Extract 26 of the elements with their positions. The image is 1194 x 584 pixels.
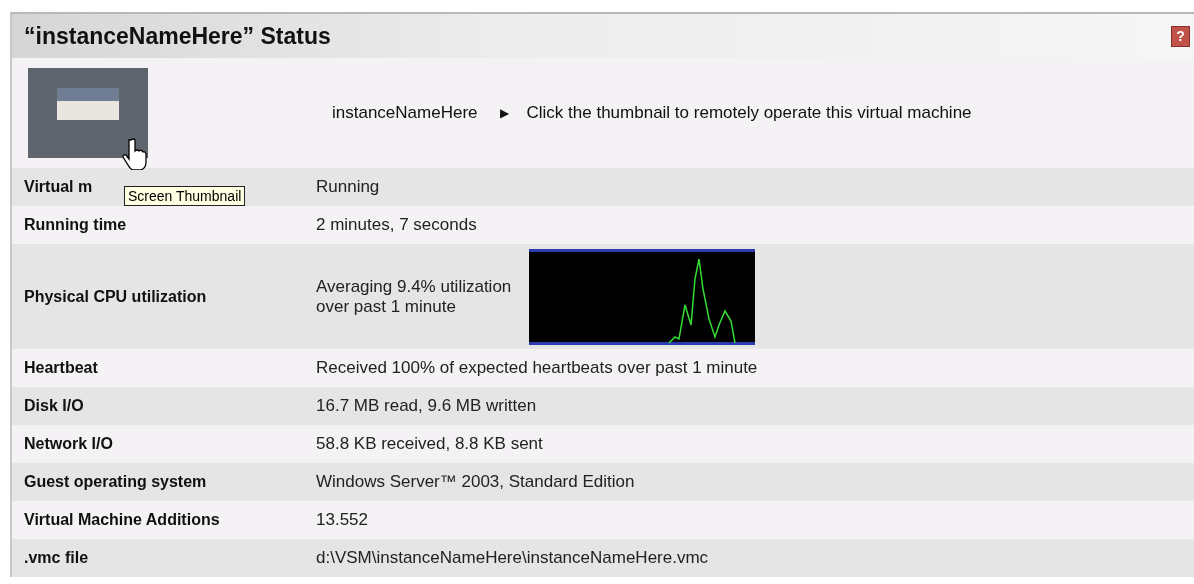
row-value: Received 100% of expected heartbeats over past 1 minute — [316, 358, 758, 378]
row-label: Virtual Machine Additions — [24, 511, 220, 528]
row-value: 16.7 MB read, 9.6 MB written — [316, 396, 537, 416]
row-value: 13.552 — [316, 510, 368, 530]
row-label: Guest operating system — [24, 473, 207, 490]
panel-title: “instanceNameHere” Status — [24, 22, 331, 50]
thumbnail-hint: Click the thumbnail to remotely operate this virtual machine — [526, 103, 972, 123]
row-label: Network I/O — [24, 435, 113, 452]
help-icon[interactable]: ? — [1171, 25, 1190, 47]
row-label: Running time — [24, 216, 127, 233]
row-label: Heartbeat — [24, 359, 98, 376]
row-value: 58.8 KB received, 8.8 KB sent — [316, 434, 543, 454]
hand-cursor-icon — [122, 138, 148, 170]
row-label: Disk I/O — [24, 397, 84, 414]
row-label: .vmc file — [24, 549, 89, 566]
row-label: Virtual m — [24, 178, 93, 195]
screen-thumbnail[interactable] — [28, 68, 148, 158]
row-value: Averaging 9.4% utilization over past 1 minute — [316, 276, 512, 317]
row-value: d:\VSM\instanceNameHere\instanceNameHere.vmc — [316, 548, 709, 568]
row-value: Windows Server™ 2003, Standard Edition — [316, 472, 635, 492]
instance-name: instanceNameHere — [332, 103, 478, 123]
tooltip: Screen Thumbnail — [124, 186, 246, 206]
row-label: Physical CPU utilization — [24, 287, 207, 305]
row-value: 2 minutes, 7 seconds — [316, 215, 477, 235]
arrow-icon: ▶ — [499, 106, 509, 120]
row-value: Running — [316, 177, 380, 197]
